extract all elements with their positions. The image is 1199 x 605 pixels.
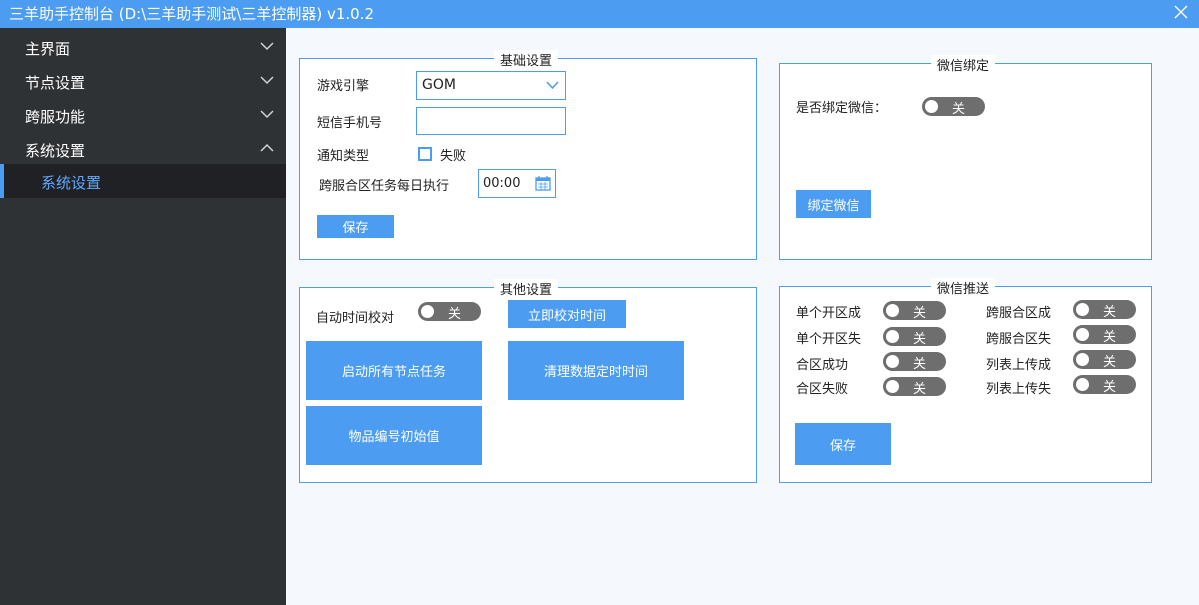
item-init-button[interactable]: 物品编号初始值 [306, 406, 482, 465]
toggle-text: 关 [913, 382, 927, 397]
toggle-knob [1076, 353, 1089, 366]
toggle-text: 关 [952, 102, 966, 117]
sms-phone-input[interactable] [416, 107, 566, 135]
push-right-label: 列表上传失 [986, 382, 1052, 397]
sidebar-item-cross[interactable]: 跨服功能 [0, 98, 286, 132]
sidebar: 主界面 节点设置 跨服功能 系统设置 系统设置 [0, 28, 286, 605]
sidebar-item-label: 系统设置 [25, 142, 86, 160]
bind-wechat-toggle[interactable]: 关 [922, 97, 985, 117]
push-save-button[interactable]: 保存 [795, 423, 891, 465]
push-right-label: 跨服合区成 [986, 306, 1052, 321]
toggle-knob [886, 380, 899, 393]
toggle-knob [925, 100, 938, 113]
push-list-upload-success-toggle[interactable]: 关 [1073, 350, 1136, 370]
panel-title: 微信绑定 [931, 55, 996, 74]
toggle-knob [1076, 378, 1089, 391]
chevron-down-icon [260, 110, 274, 119]
chevron-down-icon [260, 76, 274, 85]
bind-wechat-label: 是否绑定微信： [796, 101, 888, 116]
sidebar-item-label: 主界面 [25, 40, 71, 58]
toggle-text: 关 [913, 306, 927, 321]
basic-settings-panel: 基础设置 游戏引擎 GOM 短信手机号 通知类型 失败 跨服合区任务每日执行 0… [299, 50, 757, 260]
wechat-push-panel: 微信推送 单个开区成 关 单个开区失 关 合区成功 关 合区失败 关 跨服合区成… [779, 278, 1152, 483]
chevron-down-icon [546, 81, 559, 90]
push-right-label: 列表上传成 [986, 358, 1052, 373]
push-left-label: 合区失败 [796, 382, 849, 397]
title-bar: 三羊助手控制台 (D:\三羊助手测试\三羊控制器) v1.0.2 [0, 0, 1199, 28]
cross-time-value: 00:00 [483, 176, 521, 191]
toggle-text: 关 [1103, 305, 1117, 320]
push-merge-fail-toggle[interactable]: 关 [883, 377, 946, 397]
notify-fail-label: 失败 [440, 149, 467, 164]
push-cross-merge-success-toggle[interactable]: 关 [1073, 300, 1136, 320]
push-left-label: 合区成功 [796, 358, 849, 373]
panel-title: 基础设置 [494, 50, 559, 69]
toggle-text: 关 [913, 357, 927, 372]
window-title: 三羊助手控制台 (D:\三羊助手测试\三羊控制器) v1.0.2 [9, 5, 374, 23]
push-single-open-fail-toggle[interactable]: 关 [883, 327, 946, 347]
toggle-text: 关 [1103, 355, 1117, 370]
toggle-knob [1076, 303, 1089, 316]
toggle-knob [886, 304, 899, 317]
sidebar-item-label: 跨服功能 [25, 108, 86, 126]
engine-select-value: GOM [422, 77, 456, 93]
active-indicator [0, 164, 4, 198]
auto-time-label: 自动时间校对 [316, 311, 395, 326]
notify-type-label: 通知类型 [317, 149, 370, 164]
toggle-text: 关 [448, 307, 462, 322]
chevron-down-icon [260, 42, 274, 51]
sidebar-item-system[interactable]: 系统设置 [0, 132, 286, 166]
sidebar-item-nodes[interactable]: 节点设置 [0, 64, 286, 98]
auto-time-toggle[interactable]: 关 [418, 302, 481, 322]
push-list-upload-fail-toggle[interactable]: 关 [1073, 375, 1136, 395]
push-single-open-success-toggle[interactable]: 关 [883, 301, 946, 321]
close-icon[interactable] [1173, 4, 1189, 20]
toggle-knob [886, 355, 899, 368]
push-left-label: 单个开区失 [796, 332, 862, 347]
toggle-knob [886, 330, 899, 343]
toggle-text: 关 [1103, 330, 1117, 345]
wechat-bind-panel: 微信绑定 是否绑定微信： 关 绑定微信 [779, 55, 1152, 260]
sidebar-subitem-label: 系统设置 [41, 174, 102, 192]
start-all-nodes-button[interactable]: 启动所有节点任务 [306, 341, 482, 400]
other-settings-panel: 其他设置 自动时间校对 关 立即校对时间 启动所有节点任务 清理数据定时时间 物… [299, 279, 757, 483]
toggle-knob [1076, 328, 1089, 341]
cross-time-input[interactable]: 00:00 [478, 169, 556, 198]
push-right-label: 跨服合区失 [986, 332, 1052, 347]
push-merge-success-toggle[interactable]: 关 [883, 352, 946, 372]
toggle-text: 关 [913, 332, 927, 347]
basic-save-button[interactable]: 保存 [317, 215, 394, 238]
toggle-knob [421, 305, 434, 318]
calibrate-now-button[interactable]: 立即校对时间 [508, 300, 626, 328]
sidebar-subitem-system-settings[interactable]: 系统设置 [0, 164, 286, 198]
sidebar-item-main[interactable]: 主界面 [0, 30, 286, 64]
panel-title: 微信推送 [931, 278, 996, 297]
sms-label: 短信手机号 [317, 116, 383, 131]
notify-fail-checkbox[interactable] [418, 147, 432, 161]
push-cross-merge-fail-toggle[interactable]: 关 [1073, 325, 1136, 345]
push-left-label: 单个开区成 [796, 306, 862, 321]
clean-timer-button[interactable]: 清理数据定时时间 [508, 341, 684, 400]
panel-title: 其他设置 [494, 279, 559, 298]
calendar-icon[interactable] [535, 175, 551, 191]
engine-select[interactable]: GOM [416, 71, 566, 100]
sidebar-item-label: 节点设置 [25, 74, 86, 92]
toggle-text: 关 [1103, 380, 1117, 395]
engine-label: 游戏引擎 [317, 79, 370, 94]
chevron-up-icon [260, 143, 274, 152]
cross-task-label: 跨服合区任务每日执行 [319, 179, 450, 194]
bind-wechat-button[interactable]: 绑定微信 [796, 190, 871, 218]
